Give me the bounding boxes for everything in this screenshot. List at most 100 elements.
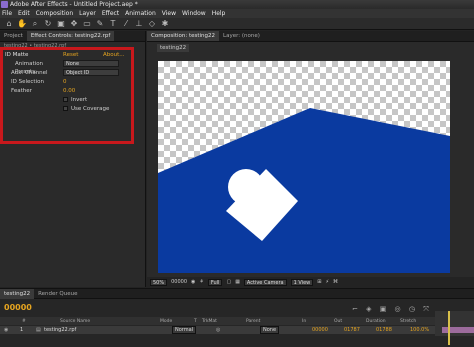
col-in: In (302, 318, 307, 324)
col-t: T (194, 318, 197, 324)
invert-label: Invert (71, 97, 88, 103)
view-layout-dropdown[interactable]: 1 View (290, 278, 314, 286)
effect-name[interactable]: ID Matte (5, 51, 63, 59)
timeline-switch-icons: ⌐ ◈ ▣ ◎ ◷ ⤧ (352, 305, 432, 313)
layer-duration-value[interactable]: 01788 (376, 327, 410, 333)
layer-mode-dropdown[interactable]: Normal (172, 326, 197, 334)
menu-effect[interactable]: Effect (102, 10, 119, 17)
menu-composition[interactable]: Composition (36, 10, 73, 17)
menu-window[interactable]: Window (182, 10, 206, 17)
tab-timeline-testing22[interactable]: testing22 (0, 288, 35, 299)
use-coverage-row: Use Coverage (5, 105, 129, 113)
home-icon[interactable]: ⌂ (4, 19, 14, 29)
invert-row: Invert (5, 96, 129, 104)
col-duration: Duration (366, 318, 386, 324)
eraser-icon[interactable]: ◇ (147, 19, 157, 29)
feather-label: Feather (11, 88, 32, 94)
col-parent: Parent (246, 318, 261, 324)
col-number: # (22, 318, 26, 324)
tab-composition[interactable]: Composition: testing22 (147, 31, 220, 41)
aux-channel-label: Aux. Channel (11, 70, 48, 76)
col-mode: Mode (160, 318, 173, 324)
composition-panel: Composition: testing22 Layer: (none) tes… (147, 31, 474, 287)
color-channel-icon[interactable]: ⚘ (199, 279, 203, 285)
title-bar: Adobe After Effects - Untitled Project.a… (0, 0, 474, 9)
menu-bar: File Edit Composition Layer Effect Anima… (0, 9, 474, 18)
camera-icon[interactable]: ▣ (56, 19, 66, 29)
layer-out-value[interactable]: 01787 (344, 327, 376, 333)
puppet-icon[interactable]: ✱ (160, 19, 170, 29)
menu-file[interactable]: File (2, 10, 12, 17)
tab-render-queue[interactable]: Render Queue (34, 289, 81, 299)
effect-header-row: ID Matte Reset About... (5, 51, 129, 59)
aux-channel-row: Aux. Channel Object ID (5, 69, 129, 77)
zoom-icon[interactable]: ⌕ (30, 19, 40, 29)
matte-render (158, 108, 450, 273)
col-trkmat: TrkMat (202, 318, 217, 324)
timeline-timecode[interactable]: 00000 (4, 303, 32, 312)
fast-preview-icon[interactable]: ⚡ (325, 279, 329, 285)
aux-channel-dropdown[interactable]: Object ID (63, 69, 119, 76)
about-link[interactable]: About... (103, 51, 125, 59)
pan-icon[interactable]: ✥ (69, 19, 79, 29)
blue-ground-shape (158, 108, 450, 273)
camera-dropdown[interactable]: Active Camera (243, 278, 287, 286)
transparency-grid-icon[interactable]: ▦ (235, 279, 240, 285)
layer-stretch-value[interactable]: 100.0% (410, 327, 429, 333)
use-coverage-label: Use Coverage (71, 106, 110, 112)
id-selection-value[interactable]: 0 (63, 78, 67, 86)
left-panel-tabs: Project Effect Controls: testing22.rpf (0, 31, 145, 42)
brush-icon[interactable]: ⁄ (121, 19, 131, 29)
reset-link[interactable]: Reset (63, 51, 103, 59)
flowchart-icon[interactable]: ⌘ (333, 279, 338, 285)
timeline-layer-row[interactable]: ◉ 1 ▤ testing22.rpf Normal ◎ None 00000 … (0, 326, 474, 334)
animation-presets-row: Animation Presets: None (5, 60, 129, 75)
tab-effect-controls[interactable]: Effect Controls: testing22.rpf (26, 31, 115, 41)
trkmat-icon[interactable]: ◎ (216, 327, 260, 333)
timeline-column-header: # Source Name Mode T TrkMat Parent In Ou… (0, 317, 474, 325)
layer-duration-bar[interactable] (442, 327, 474, 333)
id-selection-row: ID Selection 0 (5, 78, 129, 86)
timeline-panel: testing22 Render Queue 00000 ⌐ ◈ ▣ ◎ ◷ ⤧… (0, 288, 474, 347)
comp-name-label[interactable]: testing22 (157, 44, 190, 52)
pen-icon[interactable]: ✎ (95, 19, 105, 29)
tools-toolbar: ⌂ ✋ ⌕ ↻ ▣ ✥ ▭ ✎ T ⁄ ⊥ ◇ ✱ (0, 18, 474, 30)
animation-presets-dropdown[interactable]: None (63, 60, 119, 67)
visibility-eye-icon[interactable]: ◉ (0, 327, 20, 333)
use-coverage-checkbox[interactable] (63, 106, 68, 111)
pixel-aspect-icon[interactable]: ⊞ (317, 279, 321, 285)
current-time-indicator[interactable] (448, 311, 450, 345)
tab-layer[interactable]: Layer: (none) (219, 31, 264, 41)
resolution-dropdown[interactable]: Full (207, 278, 223, 286)
layer-parent-dropdown[interactable]: None (260, 326, 280, 334)
composition-viewer[interactable] (158, 61, 450, 273)
footage-icon: ▤ (36, 327, 41, 333)
layer-source-name[interactable]: testing22.rpf (44, 327, 172, 333)
effect-controls-panel: Project Effect Controls: testing22.rpf t… (0, 31, 146, 287)
layer-number: 1 (20, 327, 24, 333)
menu-animation[interactable]: Animation (125, 10, 156, 17)
rect-icon[interactable]: ▭ (82, 19, 92, 29)
after-effects-app-icon (1, 1, 8, 8)
col-source-name: Source Name (60, 318, 91, 324)
stamp-icon[interactable]: ⊥ (134, 19, 144, 29)
viewer-timecode[interactable]: 00000 (171, 279, 187, 285)
region-icon[interactable]: ▢ (226, 279, 231, 285)
menu-edit[interactable]: Edit (18, 10, 30, 17)
snapshot-icon[interactable]: ◉ (191, 279, 195, 285)
tab-project[interactable]: Project (0, 31, 27, 41)
id-selection-label: ID Selection (11, 79, 44, 85)
hand-icon[interactable]: ✋ (17, 19, 27, 29)
feather-row: Feather 0.00 (5, 87, 129, 95)
rotate-icon[interactable]: ↻ (43, 19, 53, 29)
zoom-dropdown[interactable]: 50% (150, 278, 168, 286)
col-out: Out (334, 318, 343, 324)
menu-layer[interactable]: Layer (79, 10, 96, 17)
invert-checkbox[interactable] (63, 97, 68, 102)
col-stretch: Stretch (400, 318, 417, 324)
layer-in-value[interactable]: 00000 (312, 327, 344, 333)
menu-help[interactable]: Help (212, 10, 226, 17)
text-icon[interactable]: T (108, 19, 118, 29)
feather-value[interactable]: 0.00 (63, 87, 75, 95)
menu-view[interactable]: View (162, 10, 176, 17)
